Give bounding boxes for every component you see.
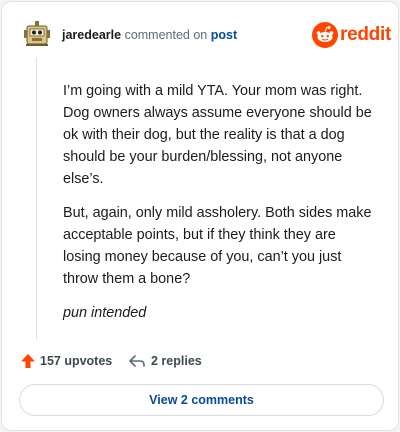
comment-card: jaredearle commented on post reddit I’m … [1, 1, 399, 431]
comment-paragraph: But, again, only mild assholery. Both si… [63, 205, 372, 287]
comment-meta: jaredearle commented on post [62, 27, 237, 43]
thread-line [36, 58, 37, 340]
user-avatar[interactable] [22, 18, 52, 48]
replies-button[interactable]: 2 replies [128, 352, 202, 370]
view-comments-button[interactable]: View 2 comments [19, 384, 384, 416]
commented-on-text: commented on [124, 28, 208, 42]
upvote-button[interactable]: 157 upvotes [20, 352, 112, 370]
reply-arrow-icon [129, 355, 145, 367]
replies-count: 2 replies [151, 354, 202, 368]
reddit-logo[interactable]: reddit [312, 22, 391, 50]
reddit-wordmark: reddit [340, 24, 391, 45]
comment-paragraph: I’m going with a mild YTA. Your mom was … [63, 83, 372, 187]
reddit-snoo-icon [312, 22, 338, 48]
comment-body: I’m going with a mild YTA. Your mom was … [63, 80, 373, 336]
comment-paragraph-italic: pun intended [63, 305, 147, 321]
upvote-arrow-icon [21, 354, 35, 368]
username-link[interactable]: jaredearle [62, 28, 121, 42]
upvotes-count: 157 upvotes [40, 354, 113, 368]
comment-header: jaredearle commented on post reddit [2, 2, 398, 58]
post-link[interactable]: post [211, 28, 237, 42]
robot-avatar-icon [24, 21, 50, 46]
